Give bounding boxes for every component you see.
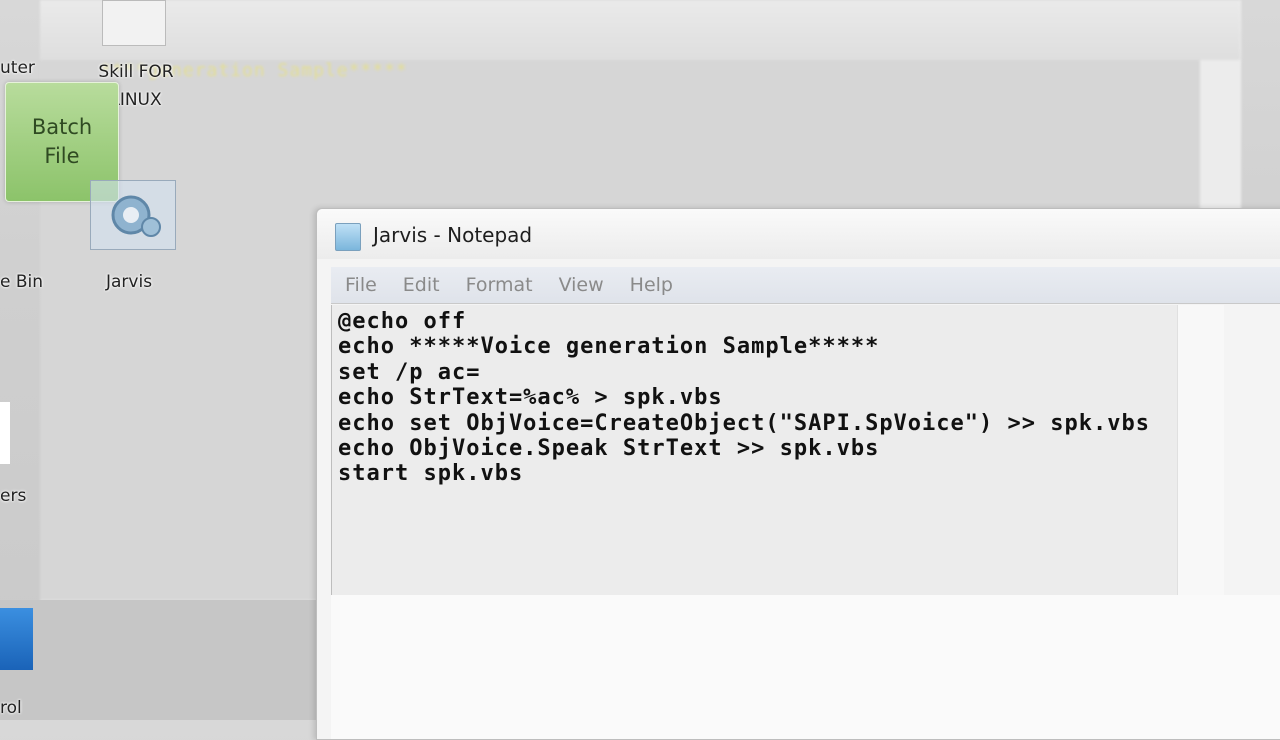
jarvis-shortcut-icon[interactable] [90, 180, 176, 250]
menu-edit[interactable]: Edit [403, 274, 440, 296]
notepad-app-icon [335, 223, 361, 251]
menu-bar: File Edit Format View Help [331, 267, 1280, 304]
code-line: @echo off [338, 309, 467, 334]
code-line: echo set ObjVoice=CreateObject("SAPI.SpV… [338, 410, 1150, 436]
desktop-icon-control-label[interactable]: rol [0, 698, 22, 718]
menu-file[interactable]: File [345, 274, 377, 296]
menu-help[interactable]: Help [630, 274, 673, 296]
menu-view[interactable]: View [559, 274, 604, 296]
text-editor-area[interactable]: @echo off echo *****Voice generation Sam… [331, 305, 1177, 595]
desktop-bottom-area [0, 600, 318, 720]
batch-file-label: Batch File [31, 115, 93, 168]
notepad-window[interactable]: Jarvis - Notepad File Edit Format View H… [316, 208, 1280, 740]
gear-icon [111, 195, 161, 237]
menu-format[interactable]: Format [466, 274, 533, 296]
window-title: Jarvis - Notepad [373, 223, 533, 247]
code-line: echo ObjVoice.Speak StrText >> spk.vbs [338, 436, 880, 462]
code-line: set /p ac= [338, 359, 481, 385]
code-line: echo StrText=%ac% > spk.vbs [338, 385, 723, 411]
desktop-icon-users-label[interactable]: ers [0, 486, 26, 506]
desktop-icon-computer-label[interactable]: uter [0, 58, 35, 78]
background-titlebar [40, 0, 1240, 60]
notepad-titlebar[interactable]: Jarvis - Notepad [317, 209, 1280, 259]
vertical-scrollbar[interactable] [1177, 305, 1224, 595]
code-line: echo *****Voice generation Sample***** [338, 334, 880, 360]
notepad-lower-area [331, 595, 1280, 739]
control-panel-icon[interactable] [0, 608, 33, 670]
code-line: start spk.vbs [338, 461, 524, 487]
desktop-icon-recycle-bin-label[interactable]: e Bin [0, 272, 43, 292]
desktop-icon-jarvis-label[interactable]: Jarvis [106, 272, 152, 292]
document-icon[interactable] [102, 0, 166, 46]
desktop-icon-fragment [0, 402, 10, 464]
